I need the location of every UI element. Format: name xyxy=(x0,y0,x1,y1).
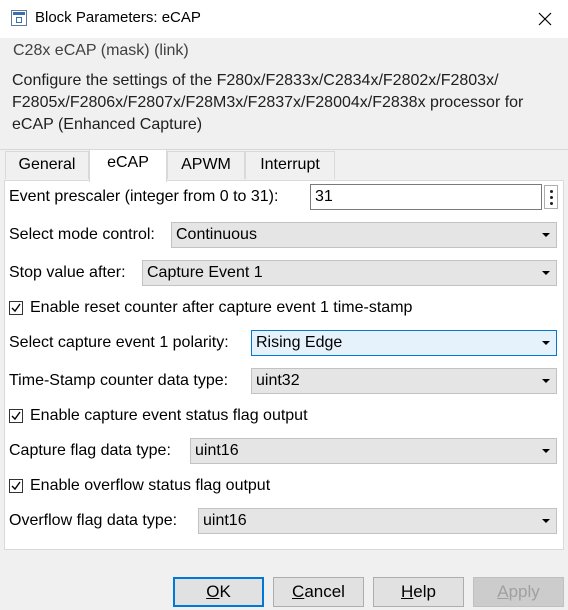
overflow-flag-label: Enable overflow status flag output xyxy=(30,477,271,494)
tab-general[interactable]: General xyxy=(5,151,89,179)
cancel-button[interactable]: Cancel xyxy=(273,577,364,607)
prescaler-input[interactable]: 31 xyxy=(310,184,542,210)
chevron-down-icon xyxy=(542,449,550,453)
tsc-label: Time-Stamp counter data type: xyxy=(9,372,229,389)
polarity-select[interactable]: Rising Edge xyxy=(251,330,557,356)
description-text: Configure the settings of the F280x/F283… xyxy=(12,72,524,133)
ovf-type-select[interactable]: uint16 xyxy=(198,508,557,534)
ovf-type-label: Overflow flag data type: xyxy=(9,512,178,529)
more-options-button[interactable] xyxy=(544,185,558,209)
status-flag-checkbox[interactable] xyxy=(9,409,23,423)
checkmark-icon xyxy=(11,303,21,313)
stop-select[interactable]: Capture Event 1 xyxy=(142,260,557,286)
mode-select[interactable]: Continuous xyxy=(171,222,557,248)
kebab-icon xyxy=(550,190,553,193)
cap-flag-type-select[interactable]: uint16 xyxy=(190,438,557,464)
parameters-panel: Event prescaler (integer from 0 to 31): … xyxy=(4,180,564,550)
help-button[interactable]: Help xyxy=(373,577,464,607)
tab-interrupt[interactable]: Interrupt xyxy=(245,151,335,179)
tab-ecap[interactable]: eCAP xyxy=(89,149,167,182)
chevron-down-icon xyxy=(542,271,550,275)
reset-label: Enable reset counter after capture event… xyxy=(30,299,413,316)
mask-description: C28x eCAP (mask) (link) Configure the se… xyxy=(0,38,568,150)
checkmark-icon xyxy=(11,481,21,491)
ok-button[interactable]: OK xyxy=(173,577,264,607)
checkmark-icon xyxy=(11,411,21,421)
mode-label: Select mode control: xyxy=(9,226,155,243)
close-icon xyxy=(538,12,552,26)
tsc-select[interactable]: uint32 xyxy=(251,368,557,394)
block-parameters-icon xyxy=(11,10,27,26)
chevron-down-icon xyxy=(542,233,550,237)
prescaler-label: Event prescaler (integer from 0 to 31): xyxy=(9,188,279,205)
tab-apwm[interactable]: APWM xyxy=(167,151,245,179)
overflow-flag-checkbox[interactable] xyxy=(9,479,23,493)
window-title: Block Parameters: eCAP xyxy=(35,9,201,26)
polarity-label: Select capture event 1 polarity: xyxy=(9,334,229,351)
reset-checkbox[interactable] xyxy=(9,301,23,315)
title-bar: Block Parameters: eCAP xyxy=(0,0,568,38)
status-flag-label: Enable capture event status flag output xyxy=(30,407,308,424)
mask-title: C28x eCAP (mask) (link) xyxy=(13,42,189,59)
close-button[interactable] xyxy=(522,0,568,38)
chevron-down-icon xyxy=(542,341,550,345)
cap-flag-type-label: Capture flag data type: xyxy=(9,442,171,459)
chevron-down-icon xyxy=(542,379,550,383)
apply-button[interactable]: Apply xyxy=(473,577,564,607)
stop-label: Stop value after: xyxy=(9,264,126,281)
chevron-down-icon xyxy=(542,519,550,523)
